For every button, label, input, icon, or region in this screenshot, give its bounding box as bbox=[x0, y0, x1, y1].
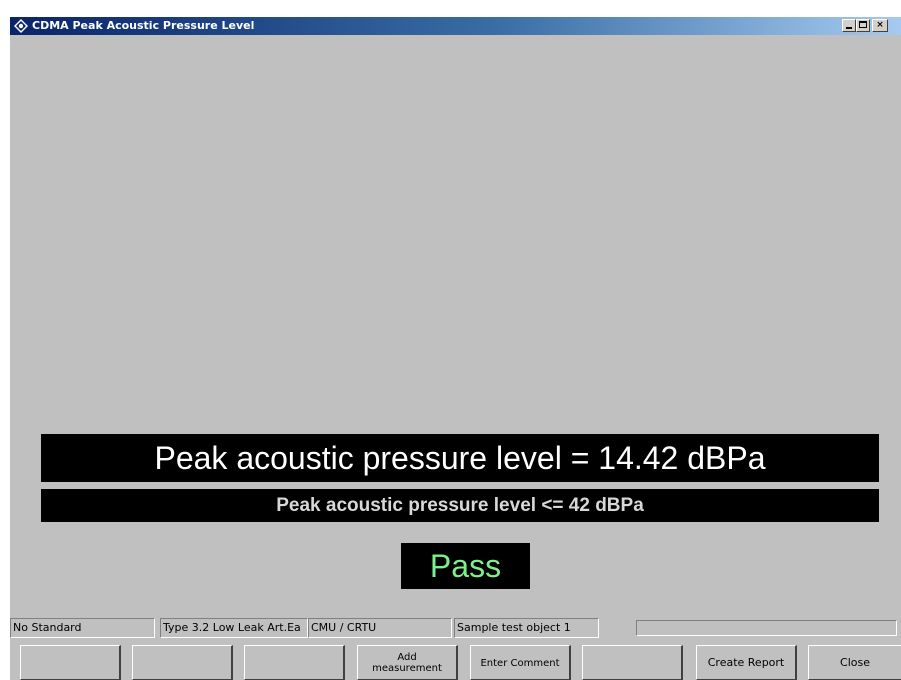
status-artificial-ear: Type 3.2 Low Leak Art.Ea bbox=[160, 618, 308, 638]
close-button[interactable]: Close bbox=[808, 645, 901, 680]
limit-result: Peak acoustic pressure level <= 42 dBPa bbox=[41, 489, 879, 522]
close-icon: × bbox=[876, 20, 884, 30]
create-report-button[interactable]: Create Report bbox=[696, 645, 797, 680]
status-standard: No Standard bbox=[10, 618, 155, 638]
minimize-button[interactable] bbox=[842, 19, 856, 32]
status-test-object: Sample test object 1 bbox=[454, 618, 599, 638]
empty-button-3[interactable] bbox=[244, 645, 345, 680]
empty-button-1[interactable] bbox=[20, 645, 121, 680]
title-bar[interactable]: CDMA Peak Acoustic Pressure Level × bbox=[10, 17, 901, 35]
main-window: CDMA Peak Acoustic Pressure Level × Peak… bbox=[10, 17, 901, 680]
empty-button-2[interactable] bbox=[132, 645, 233, 680]
close-window-button[interactable]: × bbox=[872, 19, 888, 32]
enter-comment-button[interactable]: Enter Comment bbox=[470, 645, 571, 680]
window-title: CDMA Peak Acoustic Pressure Level bbox=[32, 19, 255, 32]
measurement-result: Peak acoustic pressure level = 14.42 dBP… bbox=[41, 434, 879, 482]
minimize-icon bbox=[846, 27, 852, 29]
status-tester: CMU / CRTU bbox=[308, 618, 452, 638]
verdict-badge: Pass bbox=[401, 543, 530, 589]
maximize-icon bbox=[859, 21, 867, 28]
rohde-schwarz-logo-icon bbox=[13, 18, 29, 34]
empty-button-6[interactable] bbox=[582, 645, 683, 680]
add-measurement-button[interactable]: Add measurement bbox=[357, 645, 458, 680]
maximize-button[interactable] bbox=[856, 19, 870, 32]
status-progress-bar bbox=[636, 620, 897, 636]
